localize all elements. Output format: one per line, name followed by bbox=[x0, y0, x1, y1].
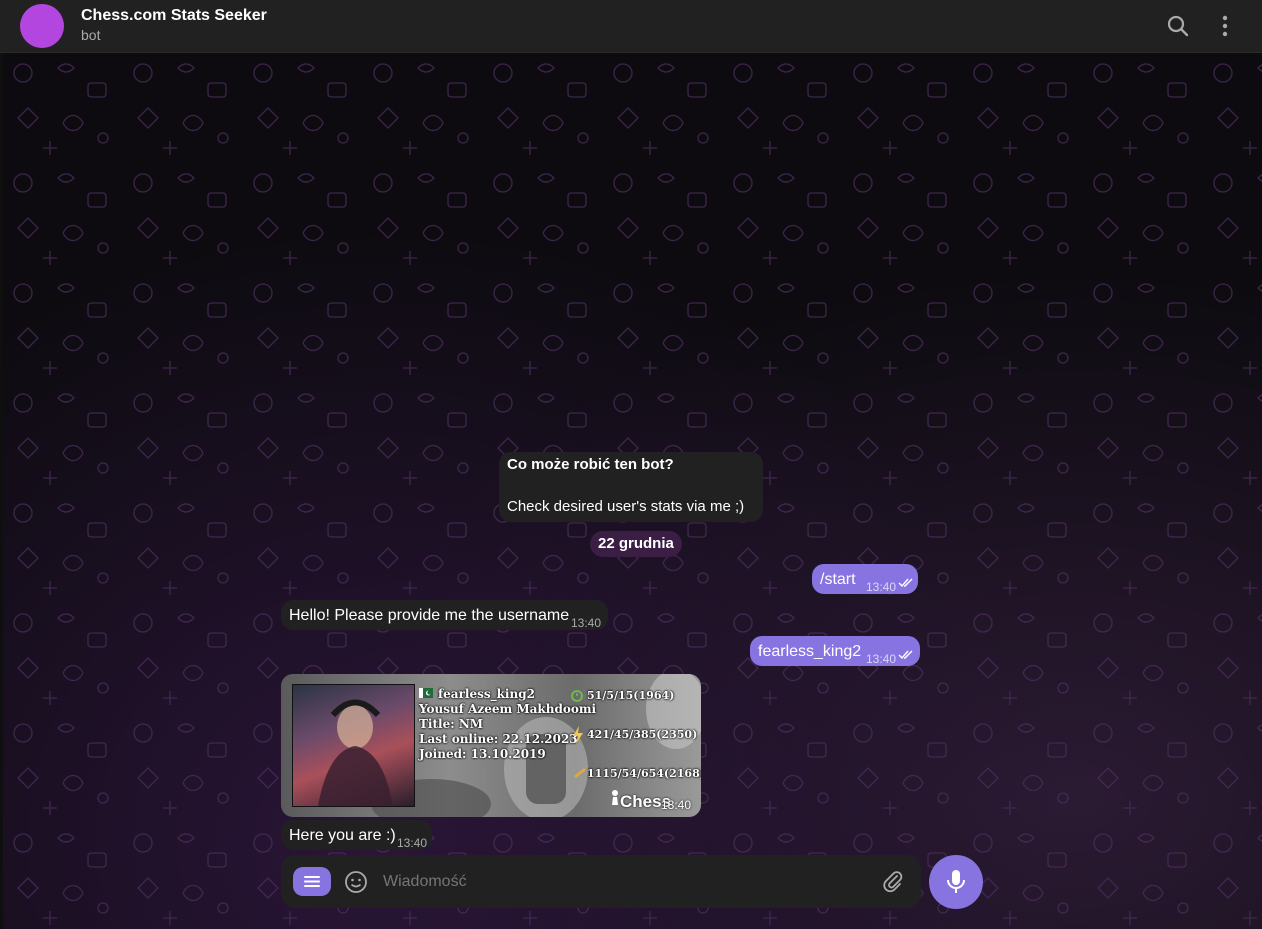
card-rapid-stats: 51/5/15(1964) bbox=[587, 689, 675, 702]
message-incoming[interactable]: Here you are :) 13:40 bbox=[281, 820, 432, 850]
blitz-lightning-icon bbox=[573, 726, 583, 744]
pakistan-flag-icon bbox=[419, 688, 433, 698]
message-input[interactable] bbox=[381, 867, 865, 897]
message-composer bbox=[281, 855, 921, 908]
card-full-name: Yousuf Azeem Makhdoomi bbox=[419, 702, 597, 716]
message-outgoing[interactable]: /start 13:40 bbox=[812, 564, 918, 594]
bot-info-message: Co może robić ten bot? Check desired use… bbox=[499, 452, 763, 522]
double-check-icon bbox=[898, 650, 913, 660]
message-time: 13:40 bbox=[866, 580, 897, 594]
chat-title[interactable]: Chess.com Stats Seeker bbox=[81, 7, 267, 25]
message-incoming[interactable]: Hello! Please provide me the username 13… bbox=[281, 600, 608, 630]
message-text: /start bbox=[820, 571, 856, 588]
chess-pawn-logo-icon bbox=[612, 790, 618, 805]
card-title: Title: NM bbox=[419, 717, 484, 731]
card-username: fearless_king2 bbox=[438, 687, 535, 701]
avatar[interactable] bbox=[20, 4, 64, 48]
rapid-clock-icon bbox=[571, 690, 583, 702]
message-time: 13:40 bbox=[397, 836, 428, 850]
player-avatar bbox=[292, 684, 415, 807]
message-time: 13:40 bbox=[661, 798, 692, 812]
bot-menu-button[interactable] bbox=[293, 867, 331, 896]
message-time: 13:40 bbox=[571, 616, 602, 630]
bot-info-text: Check desired user's stats via me ;) bbox=[507, 498, 745, 515]
search-icon[interactable] bbox=[1165, 13, 1191, 39]
card-bullet-stats: 1115/54/654(2168) bbox=[587, 767, 701, 780]
emoji-icon[interactable] bbox=[344, 870, 368, 894]
message-time: 13:40 bbox=[866, 652, 897, 666]
attachment-icon[interactable] bbox=[881, 869, 905, 893]
card-last-online: Last online: 22.12.2023 bbox=[419, 732, 578, 746]
card-blitz-stats: 421/45/385(2350) bbox=[587, 728, 698, 741]
more-vertical-icon[interactable] bbox=[1212, 13, 1238, 39]
date-separator: 22 grudnia bbox=[590, 531, 682, 557]
menu-lines-icon bbox=[304, 876, 320, 887]
microphone-icon bbox=[947, 870, 965, 893]
voice-record-button[interactable] bbox=[929, 855, 983, 909]
message-text: Here you are :) bbox=[289, 827, 396, 844]
bullet-icon bbox=[574, 768, 586, 778]
chat-status: bot bbox=[81, 27, 101, 43]
player-portrait bbox=[318, 699, 393, 806]
chat-header: Chess.com Stats Seeker bot bbox=[0, 0, 1262, 53]
message-text: fearless_king2 bbox=[758, 643, 862, 660]
stats-image-message[interactable]: fearless_king2 Yousuf Azeem Makhdoomi Ti… bbox=[281, 674, 701, 817]
bot-info-title: Co może robić ten bot? bbox=[507, 456, 674, 473]
message-text: Hello! Please provide me the username bbox=[289, 607, 570, 624]
message-outgoing[interactable]: fearless_king2 13:40 bbox=[750, 636, 920, 666]
double-check-icon bbox=[898, 578, 913, 588]
card-joined: Joined: 13.10.2019 bbox=[419, 747, 546, 761]
